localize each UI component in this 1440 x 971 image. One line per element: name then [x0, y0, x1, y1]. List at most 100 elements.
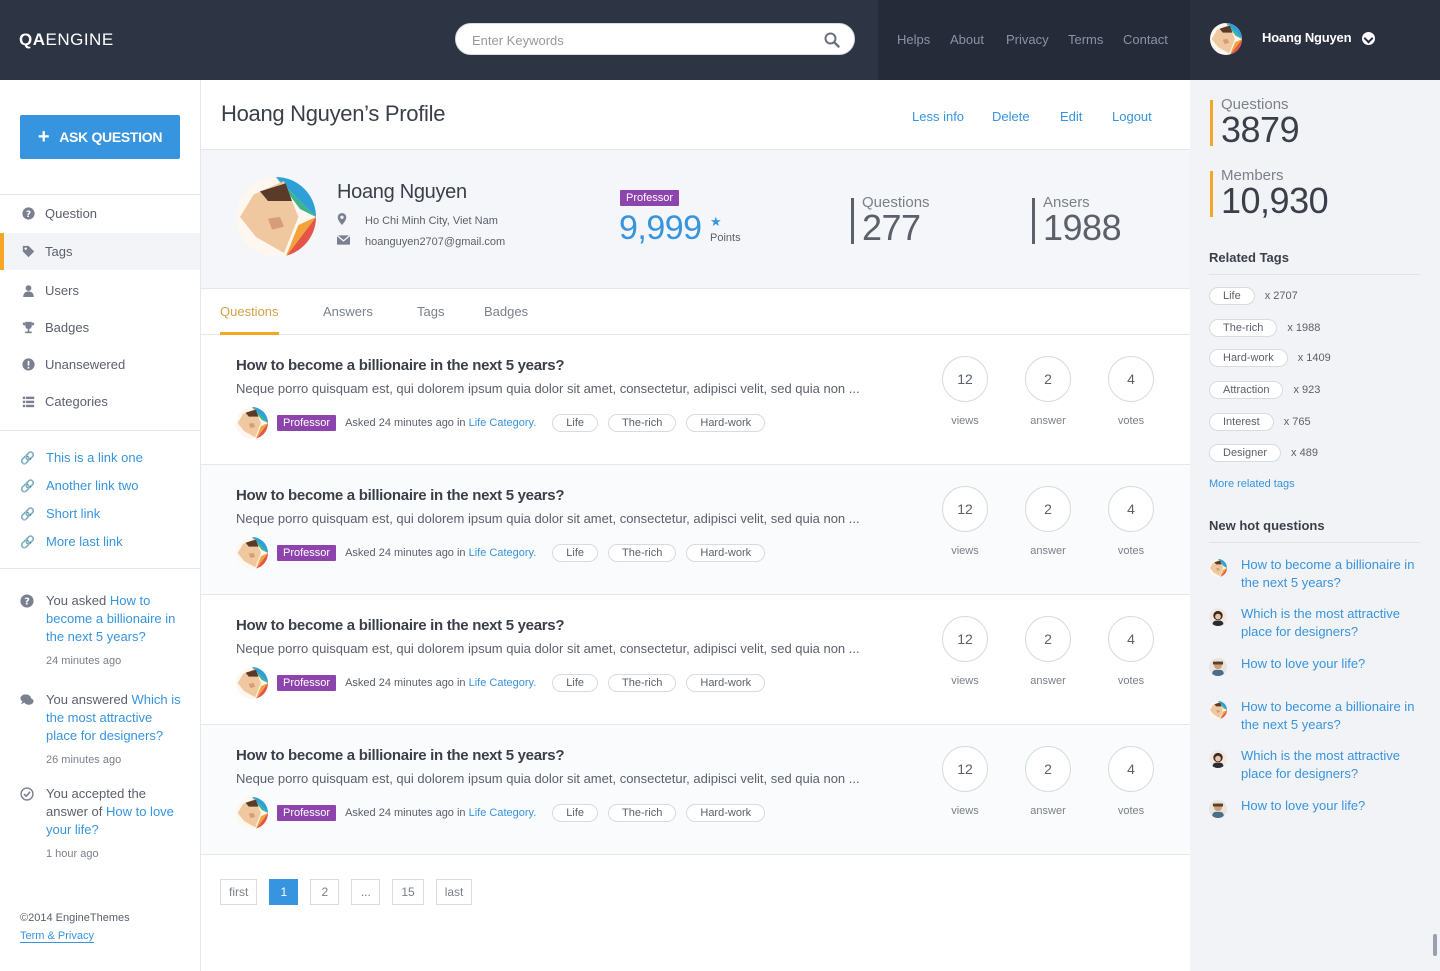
question-tag[interactable]: Life [552, 804, 599, 822]
delete-link[interactable]: Delete [992, 109, 1030, 124]
related-tag[interactable]: The-rich [1209, 319, 1278, 337]
related-tag[interactable]: Designer [1209, 444, 1282, 462]
hot-question-link[interactable]: How to become a billionaire in the next … [1241, 556, 1421, 592]
divider [0, 430, 200, 431]
question-tag[interactable]: The-rich [608, 804, 677, 822]
hot-question-link[interactable]: How to become a billionaire in the next … [1241, 698, 1421, 734]
nav-helps[interactable]: Helps [897, 32, 930, 47]
logout-link[interactable]: Logout [1112, 109, 1152, 124]
plus-icon: + [37, 126, 50, 148]
related-tag[interactable]: Hard-work [1209, 349, 1288, 367]
terms-link[interactable]: Term & Privacy [20, 930, 94, 943]
votes-count[interactable]: 4 [1108, 356, 1154, 402]
question-title[interactable]: How to become a billionaire in the next … [236, 747, 565, 764]
sidebar-link-one[interactable]: 🔗 This is a link one [20, 450, 143, 465]
category-link[interactable]: Life Category. [469, 417, 537, 429]
category-link[interactable]: Life Category. [469, 677, 537, 689]
search-input[interactable] [472, 30, 812, 50]
pagination: first 1 2 ... 15 last [220, 879, 473, 905]
search-icon[interactable] [824, 32, 840, 48]
page-15[interactable]: 15 [392, 879, 424, 905]
page-ellipsis[interactable]: ... [351, 879, 381, 905]
votes-label: votes [1117, 545, 1145, 557]
question-title[interactable]: How to become a billionaire in the next … [236, 357, 565, 374]
hot-question-link[interactable]: How to love your life? [1241, 655, 1421, 673]
sidebar-item-label: Unansewered [45, 357, 126, 372]
nav-contact[interactable]: Contact [1123, 32, 1168, 47]
link-icon: 🔗 [20, 478, 35, 493]
page-first[interactable]: first [220, 879, 258, 905]
sidebar-item-users[interactable]: Users [0, 272, 200, 309]
question-tag[interactable]: The-rich [608, 544, 677, 562]
tab-tags[interactable]: Tags [417, 304, 444, 335]
question-tag[interactable]: The-rich [608, 414, 677, 432]
author-avatar[interactable] [236, 537, 268, 569]
question-tag[interactable]: Hard-work [686, 804, 766, 822]
hot-question-avatar [1209, 559, 1227, 577]
page-1[interactable]: 1 [269, 879, 299, 905]
tab-questions[interactable]: Questions [220, 304, 279, 335]
author-avatar[interactable] [236, 667, 268, 699]
chevron-down-icon[interactable] [1362, 32, 1375, 45]
related-tag[interactable]: Interest [1209, 413, 1274, 431]
votes-count[interactable]: 4 [1108, 486, 1154, 532]
answers-count: 2 [1025, 356, 1071, 402]
question-tag[interactable]: Hard-work [686, 544, 766, 562]
sidebar-item-question[interactable]: ? Question [0, 195, 200, 232]
votes-count[interactable]: 4 [1108, 616, 1154, 662]
question-tag[interactable]: Hard-work [686, 414, 766, 432]
sidebar-item-badges[interactable]: Badges [0, 309, 200, 346]
nav-about[interactable]: About [950, 32, 984, 47]
tab-badges[interactable]: Badges [484, 304, 528, 335]
question-tag[interactable]: Life [552, 674, 599, 692]
sidebar-item-tags[interactable]: Tags [0, 233, 200, 270]
link-label: Another link two [46, 478, 139, 493]
question-title[interactable]: How to become a billionaire in the next … [236, 617, 565, 634]
user-avatar[interactable] [1210, 23, 1242, 55]
more-related-tags-link[interactable]: More related tags [1209, 478, 1295, 490]
sidebar-link-more[interactable]: 🔗 More last link [20, 534, 123, 549]
scrollbar-thumb[interactable] [1433, 934, 1437, 956]
edit-link[interactable]: Edit [1060, 109, 1082, 124]
question-tag[interactable]: The-rich [608, 674, 677, 692]
hot-question-link[interactable]: Which is the most attractive place for d… [1241, 747, 1421, 783]
less-info-link[interactable]: Less info [912, 109, 964, 124]
hot-question-link[interactable]: Which is the most attractive place for d… [1241, 605, 1421, 641]
comments-icon [20, 694, 34, 705]
activity-time: 24 minutes ago [46, 655, 122, 667]
sidebar-link-short[interactable]: 🔗 Short link [20, 506, 100, 521]
page-2[interactable]: 2 [310, 879, 340, 905]
votes-count[interactable]: 4 [1108, 746, 1154, 792]
page-last[interactable]: last [435, 879, 473, 905]
author-avatar[interactable] [236, 407, 268, 439]
related-tag-row: Designer x 489 [1209, 444, 1318, 462]
question-tag[interactable]: Life [552, 544, 599, 562]
sidebar-item-unanswered[interactable]: Unansewered [0, 346, 200, 383]
author-avatar[interactable] [236, 797, 268, 829]
activity-text: You answered Which is the most attractiv… [46, 691, 186, 745]
question-meta: Professor Asked 24 minutes ago in Life Ca… [236, 667, 766, 699]
question-title[interactable]: How to become a billionaire in the next … [236, 487, 565, 504]
link-icon: 🔗 [20, 534, 35, 549]
related-tag[interactable]: Life [1209, 287, 1255, 305]
brand-logo[interactable]: QAENGINE [19, 30, 114, 50]
profile-location: Ho Chi Minh City, Viet Nam [337, 213, 498, 228]
category-link[interactable]: Life Category. [469, 807, 537, 819]
question-tag[interactable]: Life [552, 414, 599, 432]
question-tag[interactable]: Hard-work [686, 674, 766, 692]
email-text[interactable]: hoanguyen2707@gmail.com [365, 236, 505, 248]
hot-question-link[interactable]: How to love your life? [1241, 797, 1421, 815]
user-menu[interactable]: Hoang Nguyen [1190, 0, 1440, 80]
related-tag[interactable]: Attraction [1209, 381, 1284, 399]
user-name[interactable]: Hoang Nguyen [1262, 30, 1352, 45]
sidebar-item-label: Question [45, 206, 98, 221]
sidebar-item-categories[interactable]: Categories [0, 383, 200, 420]
ask-question-button[interactable]: + ASK QUESTION [20, 115, 180, 159]
category-link[interactable]: Life Category. [469, 547, 537, 559]
nav-terms[interactable]: Terms [1068, 32, 1103, 47]
sidebar-link-two[interactable]: 🔗 Another link two [20, 478, 139, 493]
tab-answers[interactable]: Answers [323, 304, 373, 335]
activity-time: 1 hour ago [46, 848, 99, 860]
nav-privacy[interactable]: Privacy [1006, 32, 1049, 47]
link-icon: 🔗 [20, 450, 35, 465]
